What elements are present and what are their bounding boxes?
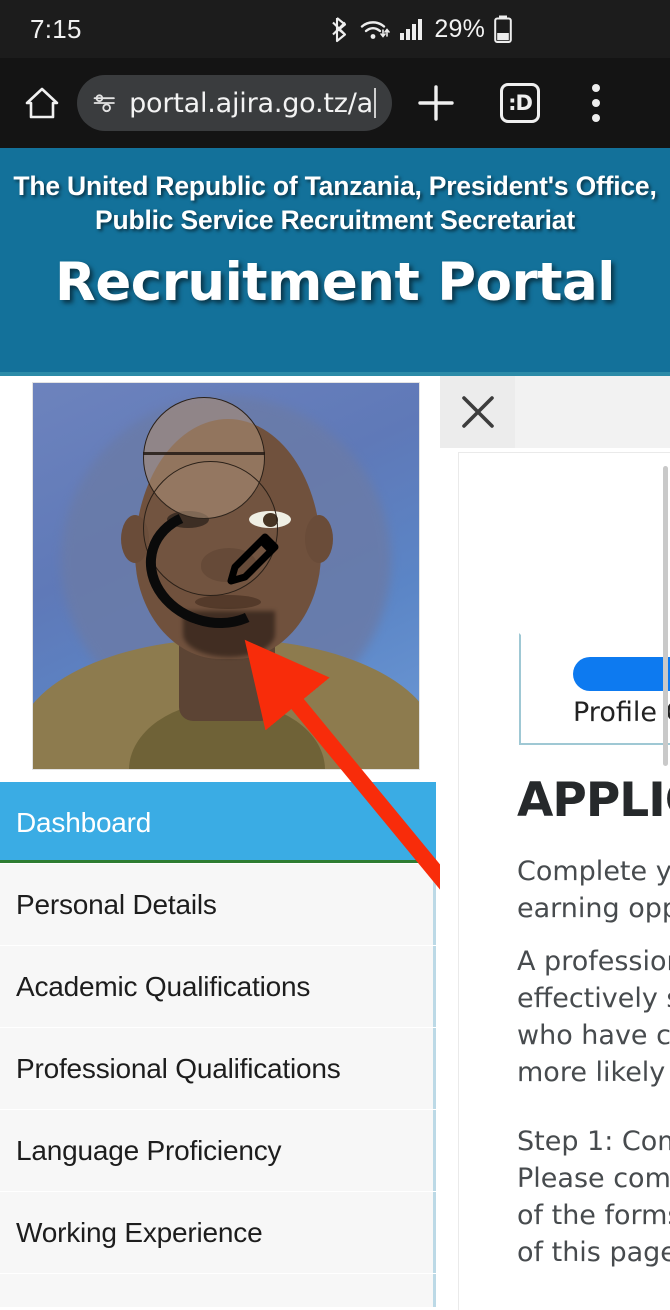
dashboard-card: Profile Com APPLIC Complete you earning … [458,452,670,1310]
step-2-paragraph: Step 2: Apply t [517,1303,670,1310]
sidebar-item-label: Academic Qualifications [16,970,311,1002]
sidebar-item-dashboard[interactable]: Dashboard [0,782,436,864]
browser-menu-button[interactable] [560,58,632,148]
sidebar-item-personal-details[interactable]: Personal Details [0,864,436,946]
profile-photo-frame[interactable] [32,382,420,770]
status-clock: 7:15 [30,13,82,44]
battery-percent-label: 29% [434,14,485,43]
close-icon [461,396,494,428]
tab-switcher-button[interactable]: :D [480,58,560,148]
site-header-banner: The United Republic of Tanzania, Preside… [0,148,670,375]
left-column: Dashboard Personal Details Academic Qual… [0,376,624,1310]
vertical-scrollbar[interactable] [663,466,668,766]
sidebar-item-next-partial[interactable] [0,1274,436,1308]
site-title: Recruitment Portal [55,251,615,313]
new-tab-button[interactable] [392,58,480,148]
sidebar-item-language-proficiency[interactable]: Language Proficiency [0,1110,436,1192]
sidebar-item-professional-qualifications[interactable]: Professional Qualifications [0,1028,436,1110]
sidebar-menu: Dashboard Personal Details Academic Qual… [0,782,436,1308]
main-content-column: Profile Com APPLIC Complete you earning … [440,376,670,1310]
url-text: portal.ajira.go.tz/a [129,87,373,119]
page-body: Dashboard Personal Details Academic Qual… [0,376,670,1310]
address-bar[interactable]: portal.ajira.go.tz/a [77,75,392,131]
sidebar-item-academic-qualifications[interactable]: Academic Qualifications [0,946,436,1028]
wifi-icon [361,20,391,39]
profile-completion-label: Profile Com [573,697,670,728]
profile-benefit-paragraph: A professional effectively sho who have … [517,946,670,1088]
browser-toolbar: portal.ajira.go.tz/a :D [0,58,670,148]
sidebar-item-label: Dashboard [16,806,152,838]
intro-paragraph: Complete you earning oppor [517,856,670,924]
page-settings-icon [93,94,115,113]
bluetooth-icon [332,16,347,42]
site-subtitle: The United Republic of Tanzania, Preside… [13,171,657,235]
sidebar-item-label: Personal Details [16,888,217,920]
pencil-edit-icon[interactable] [221,529,283,591]
sidebar-item-label: Professional Qualifications [16,1052,341,1084]
sidebar-item-working-experience[interactable]: Working Experience [0,1192,436,1274]
cellular-signal-icon [400,19,423,40]
status-icons-group: 29% [331,0,512,58]
step-1-paragraph: Step 1: Comple Please comple of the form… [517,1126,670,1268]
sidebar-item-label: Working Experience [16,1216,263,1248]
sidebar-item-label: Language Proficiency [16,1134,282,1166]
url-caret [374,88,376,118]
phone-screenshot: 7:15 29% portal.ajira.go.tz/a:D The Uni… [0,0,670,1310]
page-title: APPLIC [517,773,670,828]
android-status-bar: 7:15 29% [0,0,670,58]
profile-completion-widget: Profile Com [519,633,670,745]
overflow-menu-icon [592,84,600,122]
tab-count-icon: :D [500,83,540,123]
home-icon [25,87,59,119]
profile-completion-bar [573,657,670,691]
content-top-strip [440,376,670,448]
plus-icon [418,85,454,121]
battery-icon [494,15,512,43]
home-button[interactable] [12,83,72,123]
close-button[interactable] [440,376,515,448]
